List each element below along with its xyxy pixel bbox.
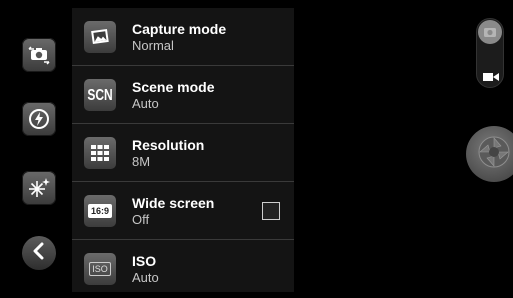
menu-item-title: Scene mode (132, 78, 215, 95)
menu-item-capture-mode[interactable]: Capture mode Normal (72, 8, 294, 66)
menu-item-value: Auto (132, 95, 159, 111)
menu-item-value: 8M (132, 153, 151, 169)
menu-item-iso[interactable]: ISO ISO Auto (72, 240, 294, 298)
shutter-icon (477, 135, 511, 174)
aspect-ratio-icon: 16:9 (84, 195, 116, 227)
shutter-button[interactable] (466, 126, 513, 182)
flash-auto-icon (27, 107, 51, 131)
aspect-ratio-label: 16:9 (87, 204, 112, 218)
scn-icon: SCN (84, 79, 116, 111)
photo-mode-icon (478, 20, 502, 44)
wide-screen-checkbox[interactable] (262, 202, 280, 220)
menu-item-value: Off (132, 211, 150, 227)
menu-item-title: Wide screen (132, 194, 215, 211)
menu-item-title: Capture mode (132, 20, 227, 37)
menu-item-scene-mode[interactable]: SCN Scene mode Auto (72, 66, 294, 124)
settings-menu: Capture mode Normal SCN Scene mode Auto … (72, 8, 294, 292)
back-button[interactable] (22, 236, 56, 270)
photo-video-switch[interactable] (476, 18, 504, 88)
menu-item-value: Auto (132, 269, 159, 285)
switch-camera-button[interactable] (22, 38, 56, 72)
scn-icon-label: SCN (87, 85, 113, 105)
grid-icon (84, 137, 116, 169)
menu-item-wide-screen[interactable]: 16:9 Wide screen Off (72, 182, 294, 240)
menu-item-title: ISO (132, 252, 157, 269)
landscape-icon (84, 21, 116, 53)
effects-icon (27, 176, 51, 200)
flash-button[interactable] (22, 102, 56, 136)
iso-icon: ISO (84, 253, 116, 285)
menu-item-value: Normal (132, 37, 174, 53)
switch-camera-icon (27, 44, 51, 66)
menu-item-resolution[interactable]: Resolution 8M (72, 124, 294, 182)
menu-item-title: Resolution (132, 136, 205, 153)
back-icon (31, 242, 47, 265)
effects-button[interactable] (22, 171, 56, 205)
video-camera-icon (483, 69, 499, 87)
iso-icon-label: ISO (89, 262, 111, 276)
